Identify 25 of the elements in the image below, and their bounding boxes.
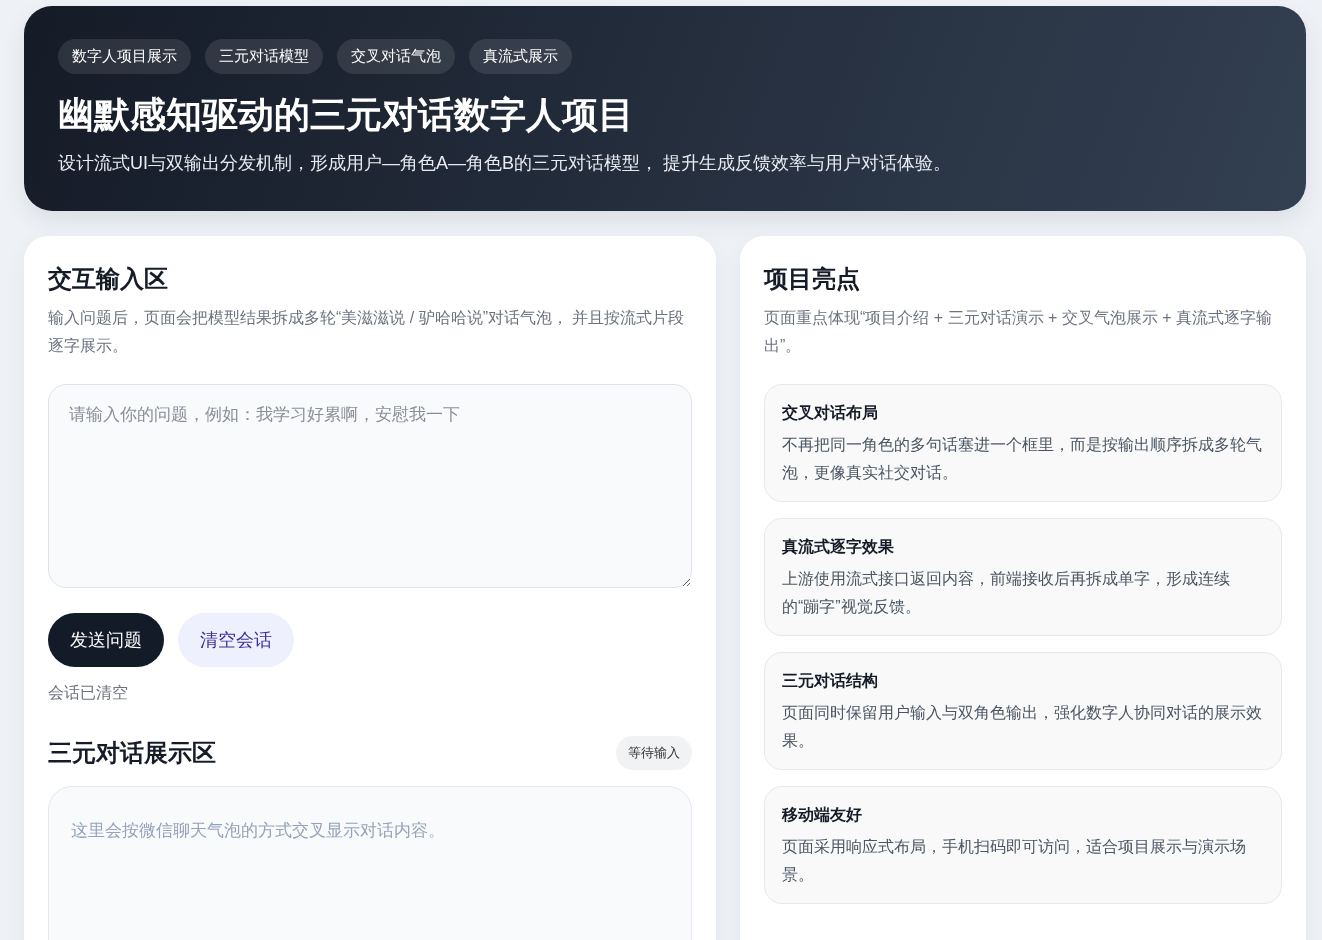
highlight-title: 移动端友好 xyxy=(782,804,863,825)
send-button[interactable]: 发送问题 xyxy=(48,612,164,667)
tag-chip: 真流式展示 xyxy=(469,39,572,74)
section-description: 页面重点体现“项目介绍 + 三元对话演示 + 交叉气泡展示 + 真流式逐字输出”。 xyxy=(764,307,1274,356)
section-title: 项目亮点 xyxy=(764,263,861,294)
empty-message: 这里会按微信聊天气泡的方式交叉显示对话内容。 xyxy=(71,819,446,842)
page-title: 幽默感知驱动的三元对话数字人项目 xyxy=(58,93,635,137)
clear-button[interactable]: 清空会话 xyxy=(178,612,294,667)
highlight-title: 交叉对话布局 xyxy=(782,402,879,423)
question-field[interactable]: 请输入你的问题，例如：我学习好累啊，安慰我一下 xyxy=(48,383,692,588)
section-description: 输入问题后，页面会把模型结果拆成多轮“美滋滋说 / 驴哈哈说”对话气泡， 并且按流式片段逐字展示。 xyxy=(48,307,686,356)
section-title: 交互输入区 xyxy=(48,263,169,294)
highlight-text: 页面同时保留用户输入与双角色输出，强化数字人协同对话的展示效果。 xyxy=(782,702,1263,751)
highlight-text: 上游使用流式接口返回内容，前端接收后再拆成单字，形成连续的“蹦字”视觉反馈。 xyxy=(782,568,1231,617)
highlight-text: 不再把同一角色的多句话塞进一个框里，而是按输出顺序拆成多轮气泡，更像真实社交对话。 xyxy=(782,434,1263,483)
status-badge: 等待输入 xyxy=(616,735,692,770)
section-title: 三元对话展示区 xyxy=(48,737,216,768)
page-subtitle: 设计流式UI与双输出分发机制，形成用户—角色A—角色B的三元对话模型， 提升生成反馈效率与用户对话体验。 xyxy=(58,151,952,175)
highlight-text: 页面采用响应式布局，手机扫码即可访问，适合项目展示与演示场景。 xyxy=(782,836,1247,885)
tag-chip: 交叉对话气泡 xyxy=(337,39,455,74)
tag-chip: 三元对话模型 xyxy=(205,39,323,74)
status-text: 会话已清空 xyxy=(48,682,129,703)
highlight-title: 真流式逐字效果 xyxy=(782,536,895,557)
highlight-title: 三元对话结构 xyxy=(782,670,879,691)
tag-chip: 数字人项目展示 xyxy=(58,39,191,74)
